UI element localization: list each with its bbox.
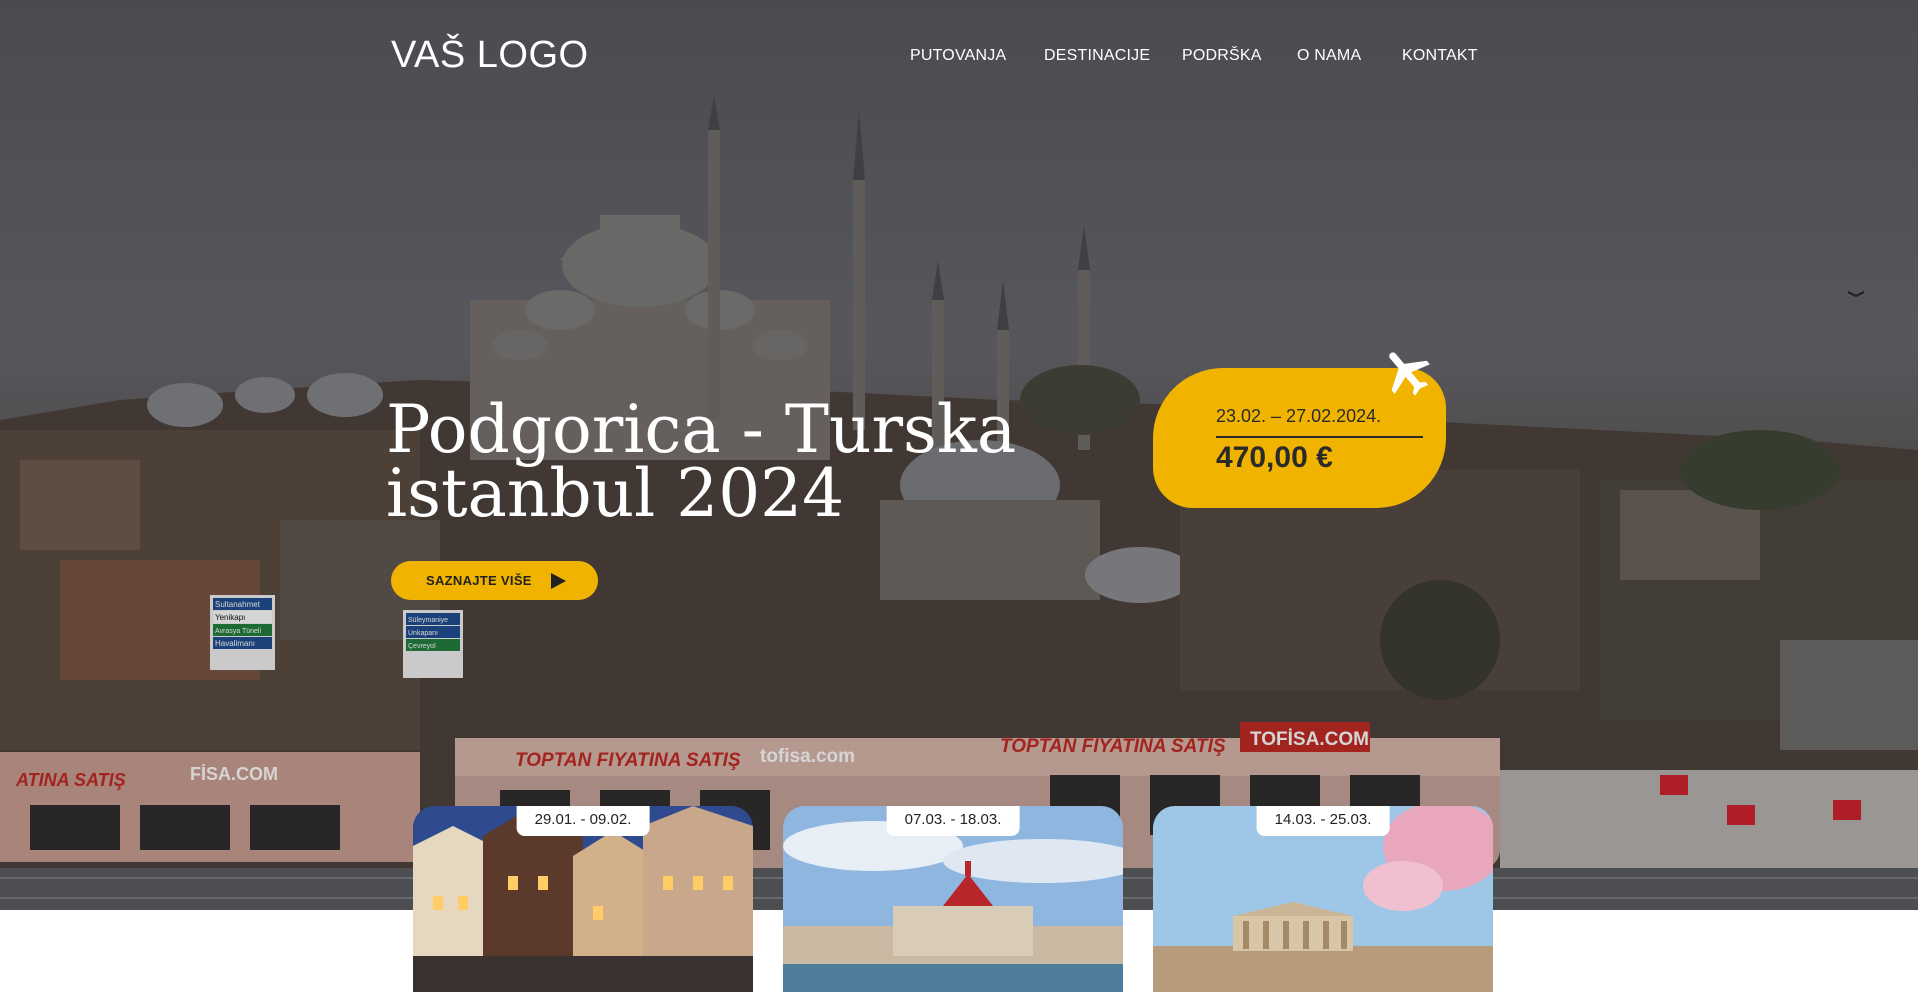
offer-dates: 23.02. – 27.02.2024. [1216, 406, 1382, 426]
trip-card-dates: 07.03. - 18.03. [886, 806, 1020, 836]
trip-card[interactable]: 07.03. - 18.03. [783, 806, 1123, 992]
trip-card[interactable]: 29.01. - 09.02. [413, 806, 753, 992]
learn-more-label: SAZNAJTE VIŠE [426, 573, 532, 588]
offer-price: 470,00 € [1216, 441, 1333, 474]
nav-link-putovanja[interactable]: PUTOVANJA [910, 47, 1006, 65]
play-icon [551, 573, 566, 589]
hero-title-line-2: istanbul 2024 [386, 455, 845, 532]
nav-link-destinacije[interactable]: DESTINACIJE [1044, 47, 1150, 65]
trip-card-dates: 29.01. - 09.02. [516, 806, 650, 836]
hero-title-line-1: Podgorica - Turska [386, 391, 1017, 468]
hero-title: Podgorica - Turska istanbul 2024 [386, 391, 1017, 532]
airplane-icon [1389, 352, 1430, 396]
trip-card-dates: 14.03. - 25.03. [1256, 806, 1390, 836]
main-nav: PUTOVANJA DESTINACIJE PODRŠKA O NAMA KON… [0, 47, 1918, 71]
learn-more-button[interactable]: SAZNAJTE VIŠE [391, 561, 598, 600]
nav-link-kontakt[interactable]: KONTAKT [1402, 47, 1478, 65]
nav-link-o-nama[interactable]: O NAMA [1297, 47, 1361, 65]
offer-divider [1216, 436, 1423, 438]
nav-link-podrska[interactable]: PODRŠKA [1182, 47, 1262, 65]
trip-card[interactable]: 14.03. - 25.03. [1153, 806, 1493, 992]
